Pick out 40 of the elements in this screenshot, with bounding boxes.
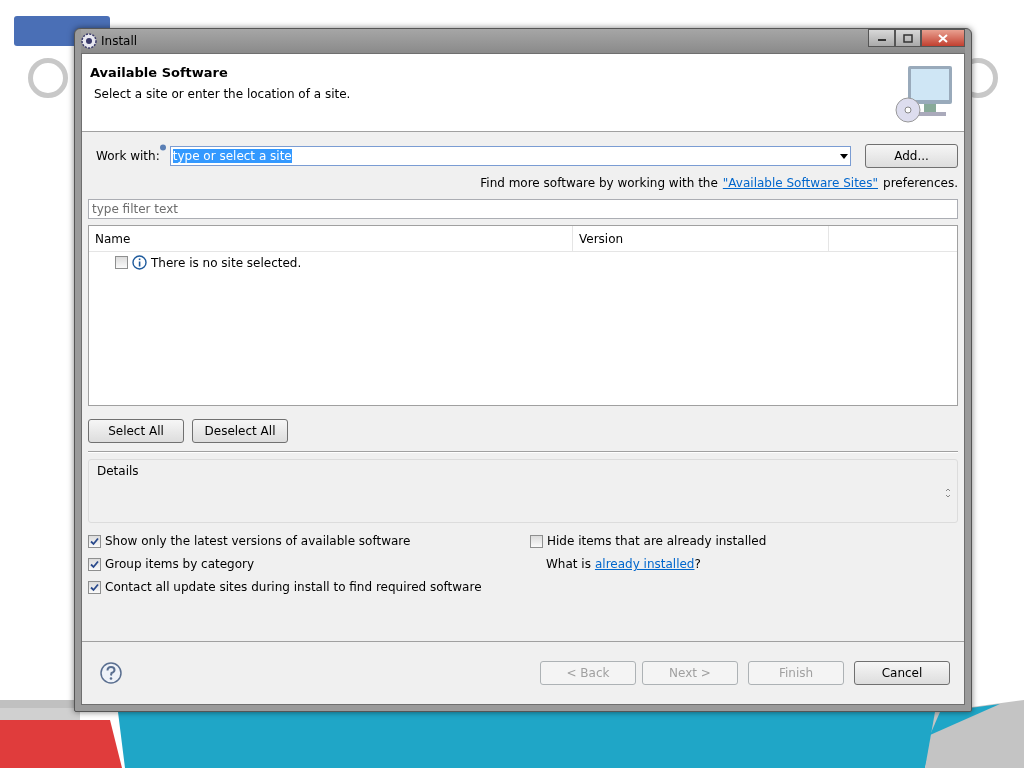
column-header[interactable]: Name [89,226,573,251]
scroll-arrows-icon [945,488,951,498]
minimize-button[interactable] [868,29,895,47]
checkbox[interactable] [115,256,128,269]
button[interactable]: Cancel [854,661,950,685]
column-header[interactable]: Version [573,226,829,251]
window-title: Install [101,34,139,48]
group-title: Details [97,464,139,478]
checkbox-label[interactable]: Group items by category [105,557,255,571]
close-button[interactable] [921,29,965,47]
button[interactable]: Add... [865,144,958,168]
help-text: Find more software by working with the [480,176,718,190]
help-icon[interactable] [100,662,122,684]
field-label: Work with: [96,149,160,163]
tree-item-text[interactable]: There is no site selected. [151,255,302,270]
help-text: preferences. [883,176,958,190]
info-icon [132,255,147,270]
filter-field[interactable]: type filter text [88,199,958,219]
dropdown-arrow-icon [840,153,848,159]
checkbox[interactable] [88,557,101,571]
gear-icon [81,33,97,49]
help-text: ? [694,557,701,571]
checkbox[interactable] [530,534,543,548]
info-icon [159,144,166,151]
close-icon [938,33,948,43]
preferences-link[interactable]: "Available Software Sites" [722,176,878,190]
page-title: Available Software [90,65,229,80]
help-text: What is [546,557,591,571]
checkbox[interactable] [88,534,101,548]
maximize-icon [903,33,913,43]
button[interactable]: Select All [88,419,184,443]
maximize-button[interactable] [895,29,921,47]
ring-shape [28,58,68,98]
button[interactable]: Deselect All [192,419,288,443]
checkbox[interactable] [88,580,101,594]
installed-link[interactable]: already installed [594,557,695,571]
checkbox-label[interactable]: Show only the latest versions of available software [105,534,411,548]
checkbox-label[interactable]: Contact all update sites during install to find required software [105,580,482,594]
checkbox-label[interactable]: Hide items that are already installed [547,534,767,548]
page-description: Select a site or enter the location of a site. [94,87,351,101]
